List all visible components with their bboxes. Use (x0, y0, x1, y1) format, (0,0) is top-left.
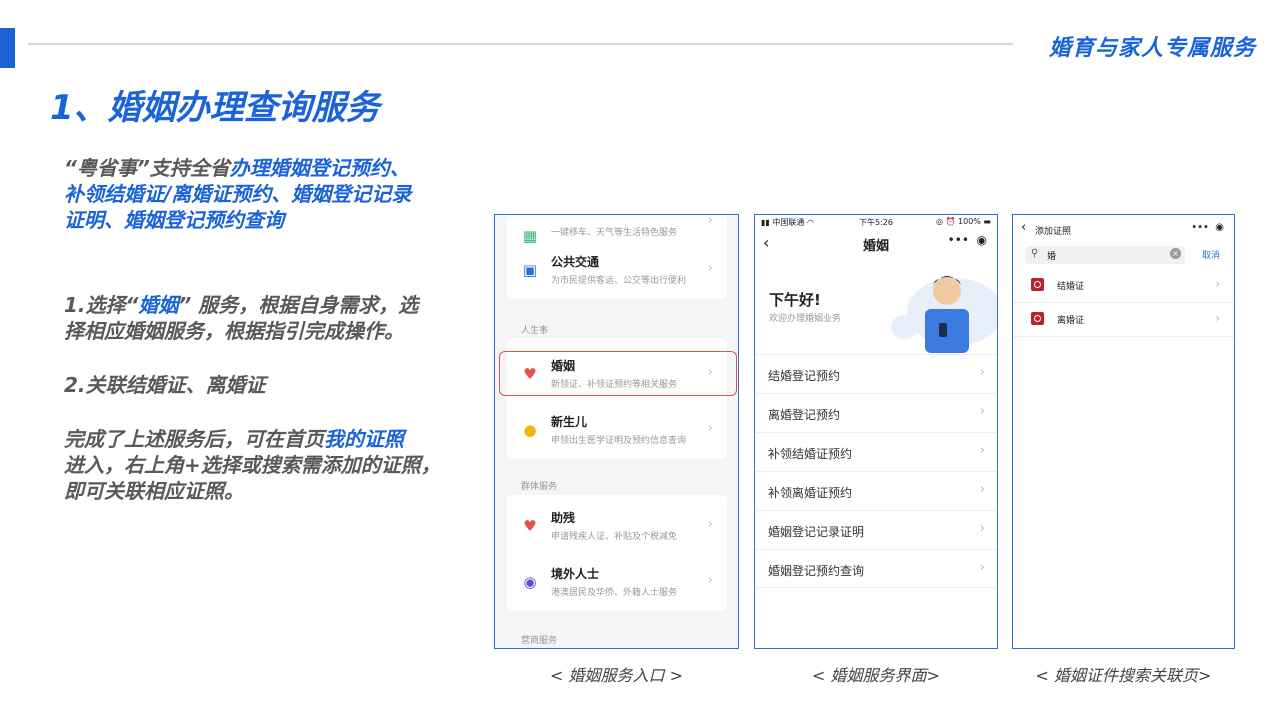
step3-line-2: 进入，右上角+选择或搜索需添加的证照， (64, 453, 441, 477)
brand-title: 婚育与家人专属服务 (1048, 36, 1256, 61)
chevron-right-icon: › (979, 404, 985, 419)
chevron-right-icon: › (707, 261, 713, 276)
section-life-events: 人生事 (521, 326, 549, 336)
chevron-right-icon: › (979, 560, 985, 575)
menu-item[interactable]: 婚姻登记记录证明 › (755, 510, 997, 549)
section-group-services: 群体服务 (521, 482, 558, 492)
caption-1: < 婚姻服务入口 > (550, 666, 683, 685)
search-icon: ⚲ (1031, 248, 1039, 259)
clock-text: 下午5:26 (859, 218, 893, 227)
certificate-icon (1031, 278, 1044, 291)
chevron-right-icon: › (707, 517, 713, 532)
chevron-right-icon: › (979, 521, 985, 536)
card-group: ♥ 助残 申请残疾人证、补贴及个税减免 › ◉ 境外人士 港澳居民及华侨、外籍人… (507, 495, 727, 611)
service-disabled[interactable]: ♥ 助残 申请残疾人证、补贴及个税减免 › (507, 499, 727, 555)
menu-item[interactable]: 结婚登记预约 › (755, 354, 997, 393)
chevron-right-icon: › (979, 482, 985, 497)
card-life: ▦ 一键移车、天气等生活特色服务 › ▣ 公共交通 为市民提供客运、公交等出行便… (507, 214, 727, 299)
screenshot-service-entry: ▦ 一键移车、天气等生活特色服务 › ▣ 公共交通 为市民提供客运、公交等出行便… (494, 214, 739, 649)
welcome-text: 欢迎办理婚姻业务 (769, 314, 842, 324)
battery-text: ◎ ⏰ 100% ▬ (935, 217, 991, 226)
menu-item[interactable]: 补领离婚证预约 › (755, 471, 997, 510)
page-header: 添加证照 (1035, 227, 1072, 237)
step2-text: 2.关联结婚证、离婚证 (64, 373, 266, 397)
section-business: 营商服务 (521, 636, 558, 646)
marriage-highlight (499, 351, 737, 396)
menu-item[interactable]: 补领结婚证预约 › (755, 432, 997, 471)
chevron-right-icon: › (707, 421, 713, 436)
intro-line-1: “粤省事”支持全省办理婚姻登记预约、 (64, 156, 410, 180)
greeting-text: 下午好! (769, 291, 821, 309)
chevron-right-icon: › (707, 573, 713, 588)
certificate-icon (1031, 312, 1044, 325)
chevron-right-icon: › (979, 443, 985, 458)
caption-3: < 婚姻证件搜索关联页> (1035, 666, 1212, 685)
person-icon: ◉ (523, 573, 537, 591)
step1-line-2: 择相应婚姻服务，根据指引完成操作。 (64, 319, 404, 343)
chevron-right-icon: › (979, 365, 985, 380)
step3-line-3: 即可关联相应证照。 (64, 479, 244, 503)
chevron-right-icon: › (1215, 311, 1220, 325)
screenshot-marriage-service: ▮▮ 中国联通 ◠ 下午5:26 ◎ ⏰ 100% ▬ ‹ 婚姻 ••• ◉ 下… (754, 214, 998, 649)
clear-icon[interactable]: × (1170, 248, 1181, 259)
menu-item[interactable]: 离婚登记预约 › (755, 393, 997, 432)
step1-line-1: 1.选择“婚姻” 服务，根据自身需求，选 (64, 293, 419, 317)
baby-icon: ● (523, 421, 537, 439)
service-foreign[interactable]: ◉ 境外人士 港澳居民及华侨、外籍人士服务 › (507, 555, 727, 611)
chevron-right-icon: › (1215, 277, 1220, 291)
cancel-button[interactable]: 取消 (1202, 248, 1220, 261)
step3-line-1: 完成了上述服务后，可在首页我的证照 (64, 427, 404, 451)
accent-bar (0, 28, 15, 68)
intro-line-3: 证明、婚姻登记预约查询 (64, 208, 284, 232)
back-icon[interactable]: ‹ (1021, 220, 1026, 235)
intro-line-2: 补领结婚证/离婚证预约、婚姻登记记录 (64, 182, 412, 206)
service-transit[interactable]: ▣ 公共交通 为市民提供客运、公交等出行便利 › (507, 243, 727, 299)
header-divider (28, 43, 1013, 45)
service-newborn[interactable]: ● 新生儿 申领出生医学证明及预约信息查询 › (507, 403, 727, 459)
more-menu-icon[interactable]: ••• ◉ (1191, 222, 1224, 233)
result-item[interactable]: 离婚证 › (1013, 303, 1234, 337)
search-input[interactable]: ⚲ 婚 × (1025, 246, 1185, 264)
result-item[interactable]: 结婚证 › (1013, 269, 1234, 303)
bus-icon: ▣ (522, 261, 538, 279)
more-menu-icon[interactable]: ••• ◉ (948, 233, 987, 247)
chevron-right-icon: › (707, 214, 713, 228)
page-title: 1、婚姻办理查询服务 (50, 88, 380, 128)
menu-item[interactable]: 婚姻登记预约查询 › (755, 549, 997, 588)
heart-hand-icon: ♥ (523, 517, 537, 535)
caption-2: < 婚姻服务界面> (812, 666, 940, 685)
carrier-text: ▮▮ 中国联通 ◠ (761, 218, 814, 227)
screenshot-license-search: ‹ 添加证照 ••• ◉ ⚲ 婚 × 取消 结婚证 › 离婚证 › (1012, 214, 1235, 649)
slide: 婚育与家人专属服务 1、婚姻办理查询服务 “粤省事”支持全省办理婚姻登记预约、 … (0, 0, 1280, 720)
